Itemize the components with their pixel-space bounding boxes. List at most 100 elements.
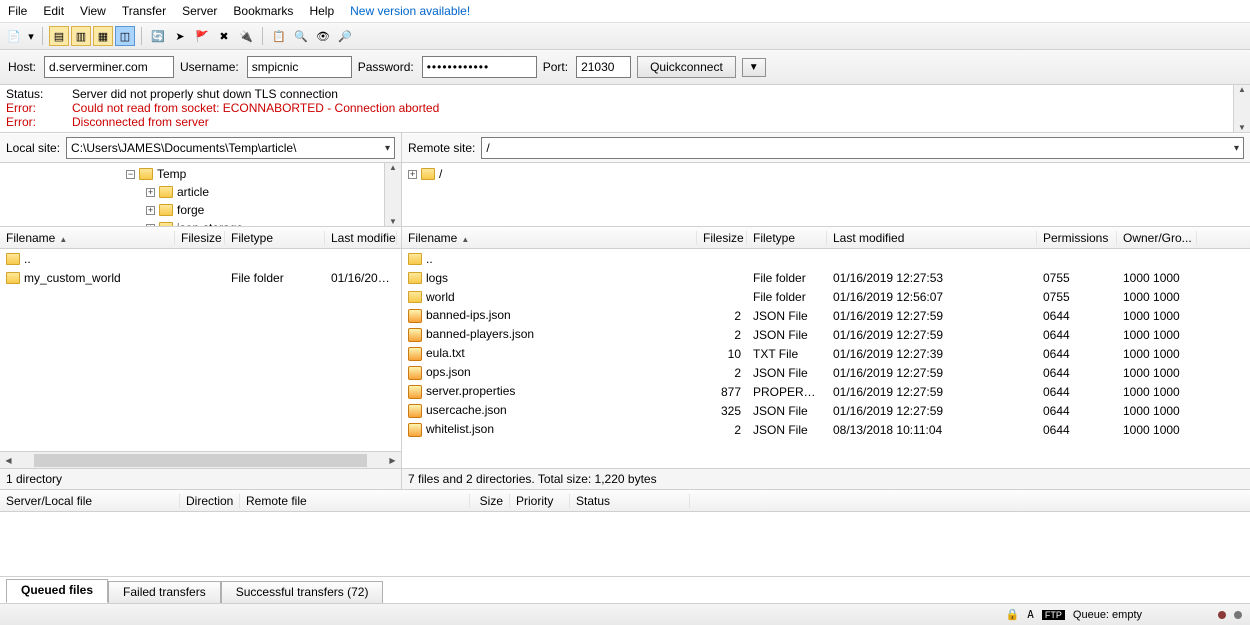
list-item[interactable]: .. — [0, 249, 401, 268]
expand-icon[interactable]: + — [408, 170, 417, 179]
lock-icon[interactable]: 🔒 — [1006, 608, 1020, 621]
tab-failed-transfers[interactable]: Failed transfers — [108, 581, 221, 603]
remote-status: 7 files and 2 directories. Total size: 1… — [402, 468, 1250, 490]
tree-item[interactable]: −Temp — [6, 165, 395, 183]
separator — [262, 27, 263, 45]
list-item[interactable]: eula.txt10TXT File01/16/2019 12:27:39064… — [402, 344, 1250, 363]
dropdown-icon[interactable]: ▾ — [26, 26, 36, 46]
reconnect-icon[interactable]: 📋 — [269, 26, 289, 46]
list-item[interactable]: my_custom_worldFile folder01/16/2019 1 — [0, 268, 401, 287]
column-header[interactable]: Last modifie — [325, 231, 397, 245]
menu-help[interactable]: Help — [309, 4, 334, 18]
log-scrollbar[interactable] — [1233, 85, 1250, 132]
menu-transfer[interactable]: Transfer — [122, 4, 166, 18]
folder-icon — [6, 253, 20, 265]
ftp-icon[interactable]: FTP — [1042, 610, 1065, 620]
local-file-list[interactable]: Filename▲FilesizeFiletypeLast modifie ..… — [0, 227, 401, 468]
local-path-combo[interactable]: C:\Users\JAMES\Documents\Temp\article\ — [66, 137, 395, 159]
cell-own: 1000 1000 — [1117, 290, 1197, 304]
expand-icon[interactable]: + — [146, 188, 155, 197]
list-item[interactable]: banned-ips.json2JSON File01/16/2019 12:2… — [402, 306, 1250, 325]
toggle-pause-icon[interactable]: 🚩 — [192, 26, 212, 46]
queue-column-header[interactable]: Status — [570, 494, 690, 508]
column-header[interactable]: Filesize — [175, 231, 225, 245]
expand-icon[interactable]: − — [126, 170, 135, 179]
column-header[interactable]: Filetype — [747, 231, 827, 245]
cell-name: my_custom_world — [0, 271, 175, 285]
host-input[interactable] — [44, 56, 174, 78]
log-label: Error: — [6, 115, 72, 129]
toggle-tree-icon[interactable]: ▥ — [71, 26, 91, 46]
column-header[interactable]: Permissions — [1037, 231, 1117, 245]
queue-column-header[interactable]: Priority — [510, 494, 570, 508]
remote-tree[interactable]: +/ — [402, 163, 1250, 227]
cell-size: 2 — [697, 366, 747, 380]
list-item[interactable]: logsFile folder01/16/2019 12:27:53075510… — [402, 268, 1250, 287]
menu-file[interactable]: File — [8, 4, 27, 18]
cell-type: File folder — [747, 290, 827, 304]
remote-path-combo[interactable]: / — [481, 137, 1244, 159]
quickconnect-dropdown[interactable]: ▼ — [742, 58, 766, 77]
column-header[interactable]: Filetype — [225, 231, 325, 245]
local-tree-scrollbar[interactable] — [384, 163, 401, 226]
tab-successful-transfers[interactable]: Successful transfers (72) — [221, 581, 384, 603]
cell-name: logs — [402, 271, 697, 285]
queue-panel: Server/Local fileDirectionRemote fileSiz… — [0, 490, 1250, 576]
refresh-icon[interactable]: 🔄 — [148, 26, 168, 46]
menu-bookmarks[interactable]: Bookmarks — [233, 4, 293, 18]
compare-icon[interactable]: 🔍 — [291, 26, 311, 46]
list-item[interactable]: server.properties877PROPERTIE...01/16/20… — [402, 382, 1250, 401]
column-header[interactable]: Last modified — [827, 231, 1037, 245]
new-version-link[interactable]: New version available! — [350, 4, 470, 18]
cell-type: JSON File — [747, 328, 827, 342]
tree-item[interactable]: +/ — [408, 165, 1244, 183]
port-input[interactable] — [576, 56, 631, 78]
list-item[interactable]: ops.json2JSON File01/16/2019 12:27:59064… — [402, 363, 1250, 382]
local-hscrollbar[interactable] — [0, 451, 401, 468]
file-icon — [408, 404, 422, 418]
cell-name: server.properties — [402, 384, 697, 399]
statusbar: 🔒 A FTP Queue: empty — [0, 603, 1250, 625]
list-item[interactable]: usercache.json325JSON File01/16/2019 12:… — [402, 401, 1250, 420]
expand-icon[interactable]: + — [146, 206, 155, 215]
toggle-queue-icon[interactable]: ▦ — [93, 26, 113, 46]
list-item[interactable]: banned-players.json2JSON File01/16/2019 … — [402, 325, 1250, 344]
local-tree[interactable]: −Temp+article+forge+json-storage — [0, 163, 401, 227]
key-icon[interactable]: A — [1027, 608, 1034, 621]
menu-view[interactable]: View — [80, 4, 106, 18]
cancel-icon[interactable]: ✖ — [214, 26, 234, 46]
tree-item[interactable]: +article — [6, 183, 395, 201]
quickconnect-button[interactable]: Quickconnect — [637, 56, 736, 78]
queue-body[interactable] — [0, 512, 1250, 576]
sync-browse-icon[interactable]: 👁 — [313, 26, 333, 46]
list-item[interactable]: .. — [402, 249, 1250, 268]
column-header[interactable]: Owner/Gro... — [1117, 231, 1197, 245]
site-manager-icon[interactable]: 📄 — [4, 26, 24, 46]
column-header[interactable]: Filename▲ — [402, 231, 697, 245]
file-icon — [408, 423, 422, 437]
tree-item[interactable]: +json-storage — [6, 219, 395, 227]
list-item[interactable]: whitelist.json2JSON File08/13/2018 10:11… — [402, 420, 1250, 439]
remote-pane: Remote site: / +/ Filename▲FilesizeFilet… — [402, 133, 1250, 490]
cell-mod: 01/16/2019 12:27:59 — [827, 366, 1037, 380]
find-icon[interactable]: 🔎 — [335, 26, 355, 46]
disconnect-icon[interactable]: 🔌 — [236, 26, 256, 46]
toggle-layout-icon[interactable]: ◫ — [115, 26, 135, 46]
menu-server[interactable]: Server — [182, 4, 217, 18]
queue-column-header[interactable]: Server/Local file — [0, 494, 180, 508]
queue-column-header[interactable]: Size — [470, 494, 510, 508]
folder-icon — [408, 291, 422, 303]
username-input[interactable] — [247, 56, 352, 78]
tree-item[interactable]: +forge — [6, 201, 395, 219]
column-header[interactable]: Filename▲ — [0, 231, 175, 245]
tab-queued-files[interactable]: Queued files — [6, 579, 108, 603]
remote-file-list[interactable]: Filename▲FilesizeFiletypeLast modifiedPe… — [402, 227, 1250, 468]
queue-column-header[interactable]: Remote file — [240, 494, 470, 508]
toggle-log-icon[interactable]: ▤ — [49, 26, 69, 46]
menu-edit[interactable]: Edit — [43, 4, 64, 18]
queue-column-header[interactable]: Direction — [180, 494, 240, 508]
list-item[interactable]: worldFile folder01/16/2019 12:56:0707551… — [402, 287, 1250, 306]
column-header[interactable]: Filesize — [697, 231, 747, 245]
process-queue-icon[interactable]: ➤ — [170, 26, 190, 46]
password-input[interactable] — [422, 56, 537, 78]
